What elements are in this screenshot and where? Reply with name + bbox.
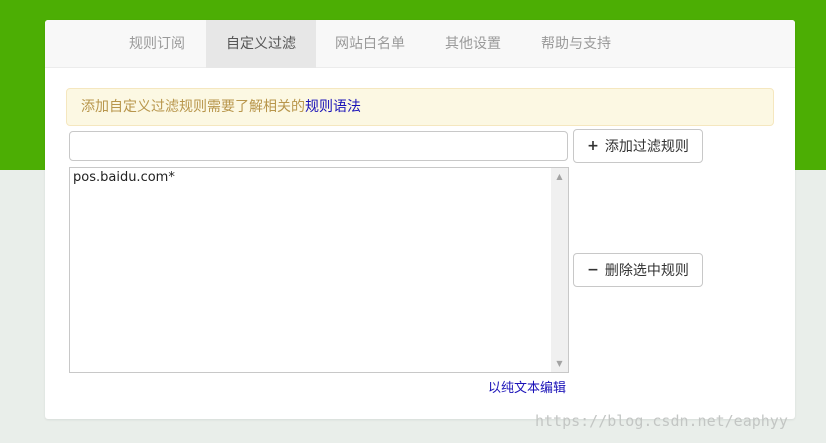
- add-filter-rule-label: 添加过滤规则: [604, 139, 689, 155]
- delete-selected-rule-label: 删除选中规则: [604, 263, 689, 279]
- tab-site-whitelist[interactable]: 网站白名单: [317, 20, 423, 68]
- notice-text: 添加自定义过滤规则需要了解相关的: [81, 99, 305, 115]
- scroll-down-icon[interactable]: ▼: [551, 355, 568, 372]
- settings-panel: 规则订阅 自定义过滤 网站白名单 其他设置 帮助与支持 添加自定义过滤规则需要了…: [45, 20, 795, 419]
- tab-rule-subscription[interactable]: 规则订阅: [109, 20, 205, 68]
- edit-as-plain-text-link[interactable]: 以纯文本编辑: [488, 377, 566, 396]
- list-item[interactable]: pos.baidu.com*: [73, 170, 175, 185]
- scroll-up-icon[interactable]: ▲: [551, 168, 568, 185]
- watermark: https://blog.csdn.net/eaphyy: [535, 412, 788, 430]
- tab-other-settings[interactable]: 其他设置: [425, 20, 521, 68]
- rules-list[interactable]: pos.baidu.com* ▲ ▼: [69, 167, 569, 373]
- minus-icon: −: [587, 262, 599, 278]
- rule-syntax-link[interactable]: 规则语法: [305, 99, 361, 115]
- rule-input[interactable]: [69, 131, 568, 161]
- plus-icon: +: [587, 138, 599, 154]
- delete-selected-rule-button[interactable]: − 删除选中规则: [573, 253, 703, 287]
- tab-custom-filter[interactable]: 自定义过滤: [206, 20, 316, 68]
- tab-bar: 规则订阅 自定义过滤 网站白名单 其他设置 帮助与支持: [45, 20, 795, 68]
- syntax-notice: 添加自定义过滤规则需要了解相关的规则语法: [66, 88, 774, 126]
- add-filter-rule-button[interactable]: + 添加过滤规则: [573, 129, 703, 163]
- tab-help-support[interactable]: 帮助与支持: [523, 20, 629, 68]
- rules-scrollbar[interactable]: ▲ ▼: [551, 168, 568, 372]
